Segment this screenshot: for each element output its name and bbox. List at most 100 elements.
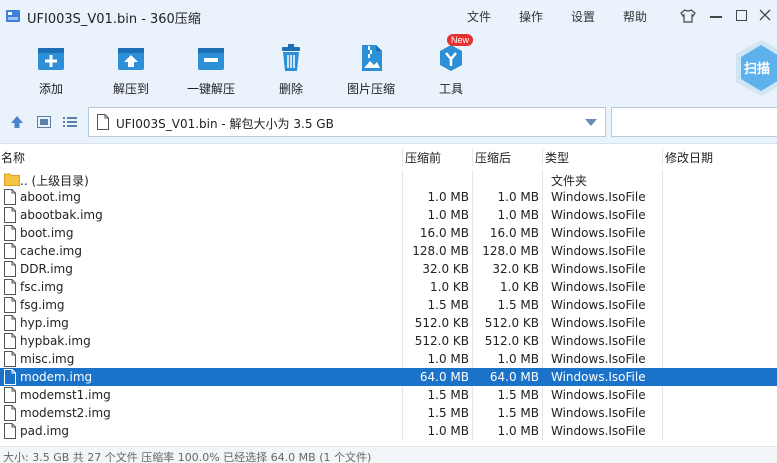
col-name[interactable]: 名称: [1, 149, 25, 166]
status-text: 大小: 3.5 GB 共 27 个文件 压缩率 100.0% 已经选择 64.0…: [3, 451, 372, 463]
file-icon: [4, 189, 16, 205]
column-gutter: [542, 278, 543, 296]
column-gutter: [662, 188, 663, 206]
add-button[interactable]: 添加: [21, 34, 81, 98]
column-gutter: [662, 260, 663, 278]
one-click-extract-label: 一键解压: [186, 82, 235, 96]
size-after: 1.5 MB: [497, 298, 539, 312]
column-gutter: [542, 314, 543, 332]
file-icon: [97, 114, 109, 130]
file-name: modemst2.img: [20, 406, 111, 420]
table-row[interactable]: modemst2.img 1.5 MB 1.5 MB Windows.IsoFile: [0, 404, 777, 422]
file-type: Windows.IsoFile: [551, 190, 646, 204]
file-icon: [4, 225, 16, 241]
col-type[interactable]: 类型: [545, 149, 569, 166]
table-row[interactable]: fsg.img 1.5 MB 1.5 MB Windows.IsoFile: [0, 296, 777, 314]
close-icon[interactable]: [758, 8, 772, 22]
col-divider[interactable]: [402, 148, 403, 166]
column-gutter: [472, 332, 473, 350]
maximize-icon[interactable]: [736, 10, 747, 21]
column-gutter: [472, 170, 473, 188]
file-icon: [4, 351, 16, 367]
table-row[interactable]: pad.img 1.0 MB 1.0 MB Windows.IsoFile: [0, 422, 777, 440]
minimize-icon[interactable]: [710, 16, 722, 18]
one-click-extract-button[interactable]: 一键解压: [180, 34, 242, 98]
table-row[interactable]: .. (上级目录) 文件夹: [0, 170, 777, 188]
file-icon: [4, 261, 16, 277]
menu-operate[interactable]: 操作: [519, 8, 543, 25]
size-before: 1.0 MB: [427, 190, 469, 204]
column-gutter: [662, 242, 663, 260]
column-gutter: [402, 314, 403, 332]
table-row[interactable]: hypbak.img 512.0 KB 512.0 KB Windows.IsoFil…: [0, 332, 777, 350]
file-name: hyp.img: [20, 316, 69, 330]
file-list[interactable]: .. (上级目录) 文件夹 aboot.img 1.0 MB 1.0 MB Windows…: [0, 170, 777, 446]
table-row[interactable]: misc.img 1.0 MB 1.0 MB Windows.IsoFile: [0, 350, 777, 368]
path-text: UFI003S_V01.bin - 解包大小为 3.5 GB: [116, 117, 334, 131]
table-row[interactable]: modem.img 64.0 MB 64.0 MB Windows.IsoFile: [0, 368, 777, 386]
col-divider[interactable]: [542, 148, 543, 166]
folder-icon: [4, 173, 20, 186]
image-compress-label: 图片压缩: [346, 82, 395, 96]
list-view-icon[interactable]: [63, 116, 77, 128]
col-divider[interactable]: [662, 148, 663, 166]
delete-button[interactable]: 删除: [261, 34, 321, 98]
column-gutter: [472, 188, 473, 206]
path-dropdown[interactable]: UFI003S_V01.bin - 解包大小为 3.5 GB: [88, 107, 606, 137]
new-badge: New: [447, 34, 474, 46]
column-gutter: [472, 206, 473, 224]
file-name: abootbak.img: [20, 208, 103, 222]
dropdown-arrow-icon[interactable]: [585, 119, 597, 126]
table-row[interactable]: hyp.img 512.0 KB 512.0 KB Windows.IsoFile: [0, 314, 777, 332]
column-gutter: [542, 386, 543, 404]
file-name: boot.img: [20, 226, 74, 240]
column-gutter: [402, 386, 403, 404]
thumbnail-view-icon[interactable]: [37, 116, 51, 128]
file-name: pad.img: [20, 424, 70, 438]
column-gutter: [402, 242, 403, 260]
menu-settings[interactable]: 设置: [571, 8, 595, 25]
size-before: 1.5 MB: [427, 388, 469, 402]
table-row[interactable]: abootbak.img 1.0 MB 1.0 MB Windows.IsoFile: [0, 206, 777, 224]
table-row[interactable]: modemst1.img 1.5 MB 1.5 MB Windows.IsoFile: [0, 386, 777, 404]
file-name: modemst1.img: [20, 388, 111, 402]
column-gutter: [542, 350, 543, 368]
extract-to-button[interactable]: 解压到: [101, 34, 161, 98]
col-after[interactable]: 压缩后: [475, 149, 511, 166]
table-row[interactable]: cache.img 128.0 MB 128.0 MB Windows.IsoFile: [0, 242, 777, 260]
size-before: 1.5 MB: [427, 298, 469, 312]
file-type: Windows.IsoFile: [551, 370, 646, 384]
file-type: Windows.IsoFile: [551, 388, 646, 402]
table-row[interactable]: boot.img 16.0 MB 16.0 MB Windows.IsoFile: [0, 224, 777, 242]
table-row[interactable]: fsc.img 1.0 KB 1.0 KB Windows.IsoFile: [0, 278, 777, 296]
skin-shirt-icon[interactable]: [680, 9, 696, 23]
size-before: 1.0 MB: [427, 424, 469, 438]
file-type: Windows.IsoFile: [551, 280, 646, 294]
table-row[interactable]: aboot.img 1.0 MB 1.0 MB Windows.IsoFile: [0, 188, 777, 206]
menu-help[interactable]: 帮助: [623, 8, 647, 25]
col-date[interactable]: 修改日期: [665, 149, 713, 166]
title-bar: UFI003S_V01.bin - 360压缩 文件 操作 设置 帮助: [0, 0, 777, 32]
file-type: Windows.IsoFile: [551, 244, 646, 258]
up-arrow-icon[interactable]: [10, 115, 24, 129]
file-type: Windows.IsoFile: [551, 316, 646, 330]
one-click-extract-icon: [198, 48, 224, 70]
tools-button[interactable]: New 工具: [421, 34, 481, 98]
search-input[interactable]: [611, 107, 777, 137]
size-before: 32.0 KB: [422, 262, 469, 276]
menu-file[interactable]: 文件: [467, 8, 491, 25]
column-gutter: [472, 404, 473, 422]
image-compress-button[interactable]: 图片压缩: [340, 34, 402, 98]
scan-label[interactable]: 扫描: [744, 58, 770, 77]
column-gutter: [542, 242, 543, 260]
table-row[interactable]: DDR.img 32.0 KB 32.0 KB Windows.IsoFile: [0, 260, 777, 278]
column-gutter: [402, 332, 403, 350]
file-name: aboot.img: [20, 190, 81, 204]
column-gutter: [472, 242, 473, 260]
col-before[interactable]: 压缩前: [405, 149, 441, 166]
size-after: 1.5 MB: [497, 406, 539, 420]
size-before: 64.0 MB: [419, 370, 469, 384]
col-divider[interactable]: [472, 148, 473, 166]
file-name: misc.img: [20, 352, 75, 366]
size-before: 16.0 MB: [419, 226, 469, 240]
